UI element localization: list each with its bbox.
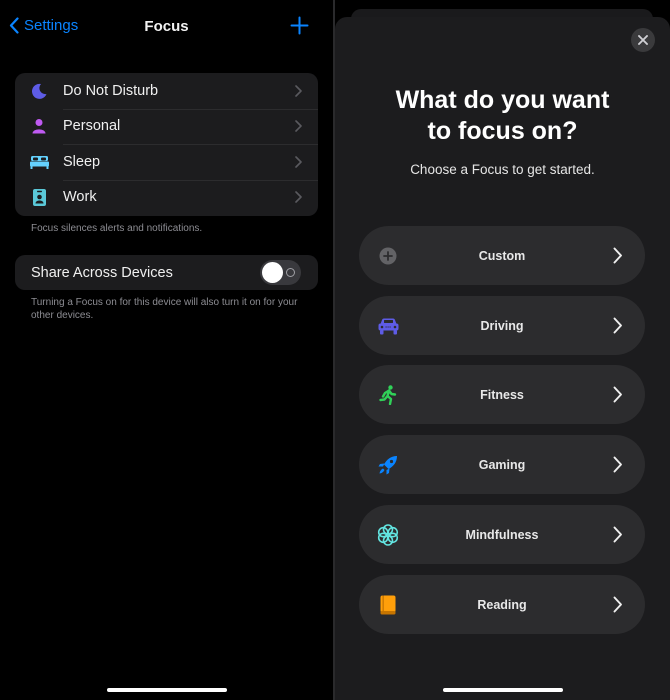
- chevron-right-icon: [613, 596, 622, 613]
- toggle-knob: [262, 262, 283, 283]
- focus-picker-screen: What do you want to focus on? Choose a F…: [335, 0, 670, 700]
- chevron-right-icon: [613, 386, 622, 403]
- option-label: Gaming: [478, 457, 526, 472]
- chevron-right-icon: [295, 155, 302, 168]
- chevron-right-icon: [613, 247, 622, 264]
- sheet-title-line-1: What do you want: [395, 86, 610, 114]
- focus-item-label: Personal: [63, 118, 121, 135]
- chevron-right-icon: [613, 526, 622, 543]
- bed-icon: [15, 155, 63, 169]
- option-label: Driving: [480, 318, 524, 333]
- sheet-title: What do you want to focus on?: [335, 85, 670, 147]
- home-indicator[interactable]: [107, 688, 227, 692]
- focus-item-label: Sleep: [63, 153, 101, 170]
- navigation-bar: Settings Focus: [0, 0, 333, 54]
- chevron-right-icon: [613, 317, 622, 334]
- chevron-right-icon: [295, 191, 302, 204]
- option-label: Mindfulness: [465, 527, 539, 542]
- focus-option-gaming[interactable]: Gaming: [359, 435, 645, 494]
- moon-icon: [15, 82, 63, 100]
- chevron-right-icon: [613, 456, 622, 473]
- option-label: Custom: [478, 248, 526, 263]
- person-icon: [15, 118, 63, 134]
- focus-item-label: Work: [63, 189, 97, 206]
- home-indicator[interactable]: [443, 688, 563, 692]
- focus-item-label: Do Not Disturb: [63, 82, 159, 99]
- focus-option-fitness[interactable]: Fitness: [359, 365, 645, 424]
- plus-icon: [290, 16, 309, 35]
- page-title: Focus: [144, 18, 189, 35]
- focus-list: Do Not Disturb Personal Sleep Work: [15, 73, 318, 216]
- focus-option-reading[interactable]: Reading: [359, 575, 645, 634]
- focus-option-driving[interactable]: Driving: [359, 296, 645, 355]
- focus-item-work[interactable]: Work: [15, 179, 318, 216]
- sheet-subtitle: Choose a Focus to get started.: [410, 162, 595, 177]
- add-focus-button[interactable]: [290, 16, 309, 40]
- id-badge-icon: [15, 188, 63, 206]
- close-icon: [638, 35, 648, 45]
- share-across-devices-row: Share Across Devices: [15, 255, 318, 290]
- option-label: Fitness: [480, 387, 524, 402]
- focus-item-do-not-disturb[interactable]: Do Not Disturb: [15, 73, 318, 109]
- focus-settings-screen: Settings Focus Do Not Disturb Personal S…: [0, 0, 333, 700]
- focus-item-personal[interactable]: Personal: [15, 108, 318, 145]
- toggle-off-indicator-icon: [286, 268, 295, 277]
- close-button[interactable]: [631, 28, 655, 52]
- sheet-title-line-2: to focus on?: [427, 117, 578, 145]
- share-across-devices-toggle[interactable]: [260, 260, 301, 285]
- share-footnote: Turning a Focus on for this device will …: [31, 297, 298, 321]
- chevron-right-icon: [295, 84, 302, 97]
- focus-option-custom[interactable]: Custom: [359, 226, 645, 285]
- chevron-right-icon: [295, 120, 302, 133]
- focus-item-sleep[interactable]: Sleep: [15, 144, 318, 180]
- focus-picker-sheet: What do you want to focus on? Choose a F…: [335, 17, 670, 700]
- share-across-devices-label: Share Across Devices: [31, 264, 173, 281]
- focus-option-mindfulness[interactable]: Mindfulness: [359, 505, 645, 564]
- option-label: Reading: [477, 597, 527, 612]
- focus-footnote: Focus silences alerts and notifications.: [31, 223, 203, 234]
